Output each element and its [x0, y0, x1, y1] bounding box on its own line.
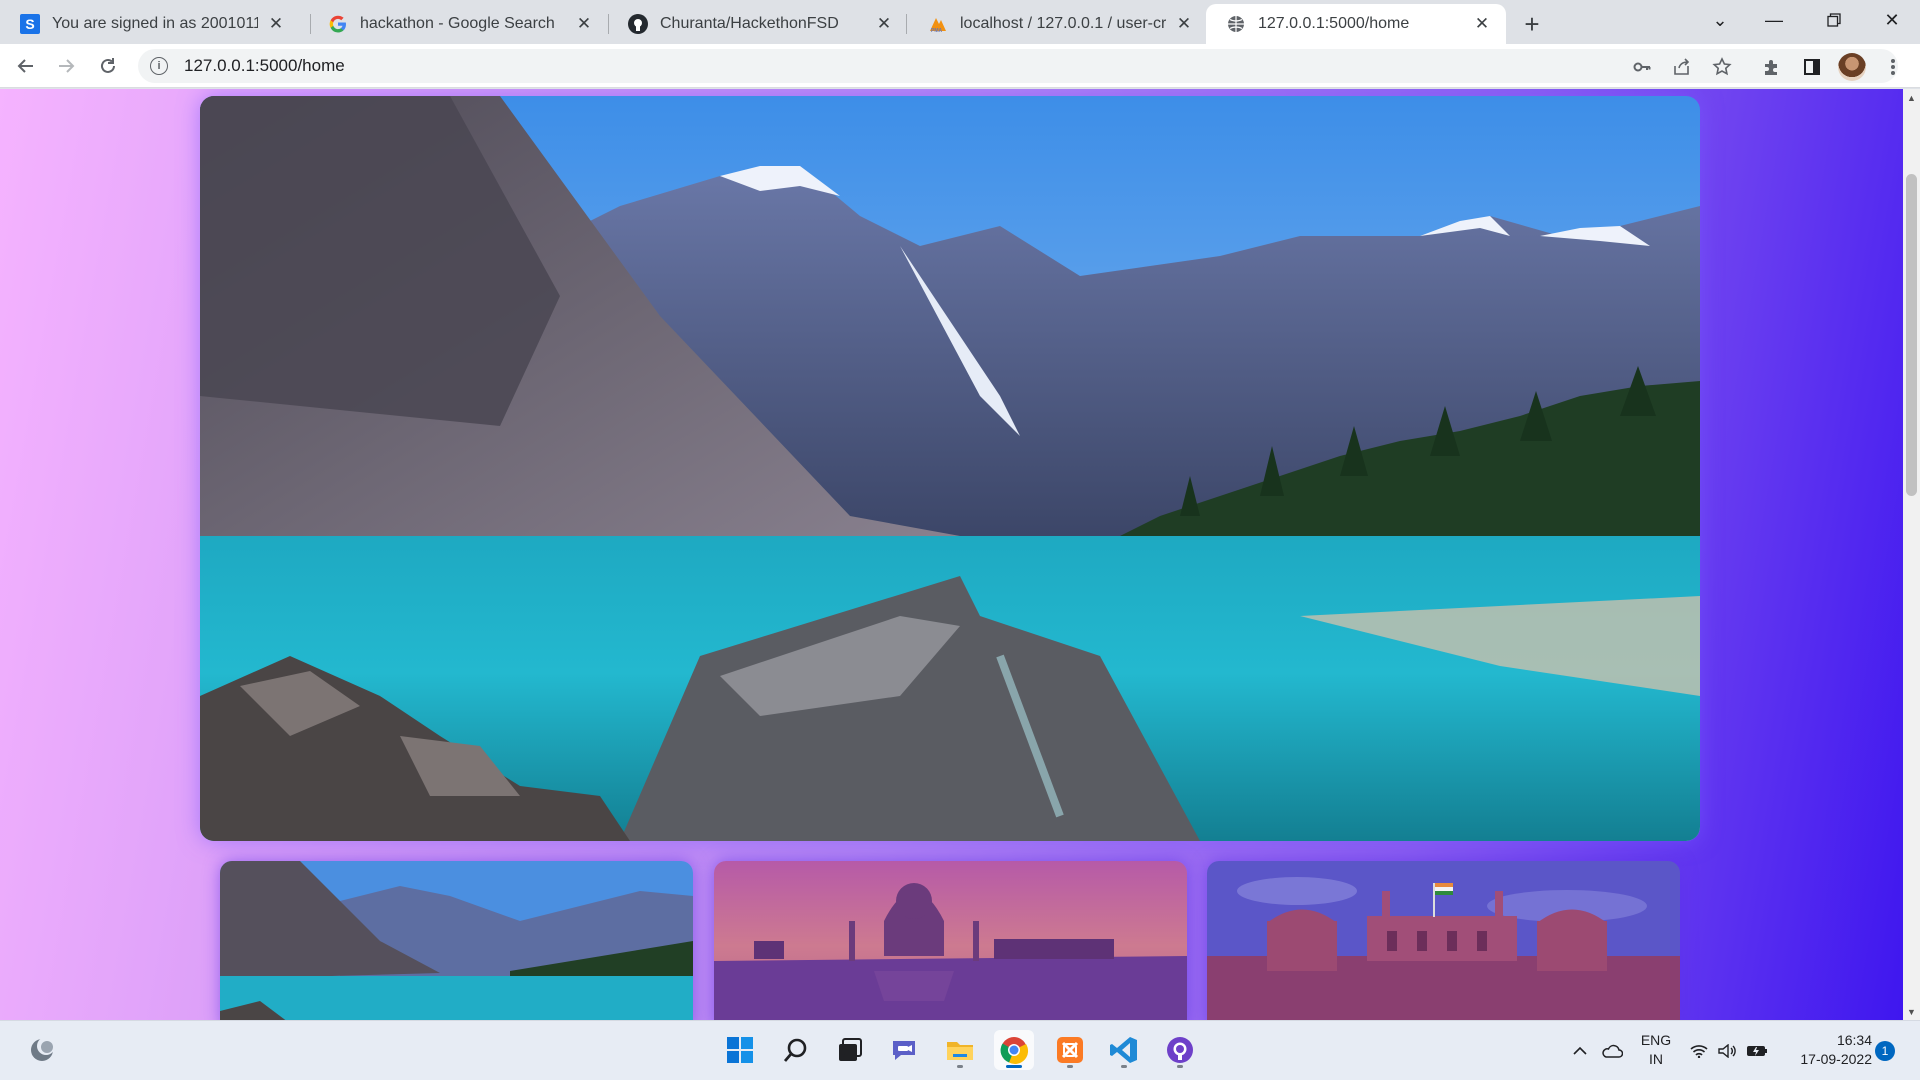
start-icon[interactable] [720, 1030, 760, 1070]
tab-signed-in[interactable]: S You are signed in as 2001011369 ✕ [0, 4, 300, 44]
xampp-icon[interactable] [1050, 1030, 1090, 1070]
new-tab-button[interactable]: + [1516, 8, 1548, 40]
tab-separator [906, 14, 907, 34]
profile-avatar[interactable] [1838, 53, 1866, 81]
tab-title: Churanta/HackethonFSD [660, 15, 839, 32]
scroll-up-arrow-icon[interactable]: ▲ [1903, 89, 1920, 106]
clock-time: 16:34 [1836, 1032, 1872, 1048]
thumbnail-taj-mahal[interactable] [714, 861, 1187, 1020]
reload-icon[interactable] [92, 50, 124, 82]
show-hidden-icons-chevron-icon[interactable] [1568, 1021, 1592, 1080]
window-close-icon[interactable]: ✕ [1864, 0, 1920, 40]
restore-icon[interactable] [1806, 0, 1862, 40]
side-panel-icon[interactable] [1799, 54, 1825, 80]
scroll-down-arrow-icon[interactable]: ▼ [1903, 1003, 1920, 1020]
clock-date: 17-09-2022 [1800, 1051, 1872, 1067]
extensions-puzzle-icon[interactable] [1759, 54, 1785, 80]
close-icon[interactable]: ✕ [574, 14, 594, 34]
tab-phpmyadmin[interactable]: PMA localhost / 127.0.0.1 / user-cred / … [908, 4, 1208, 44]
search-icon[interactable] [776, 1030, 816, 1070]
share-icon[interactable] [1669, 54, 1695, 80]
windows-taskbar: ENG IN 16:34 17-09-2022 1 [0, 1020, 1920, 1080]
mountain-lake-picture [220, 861, 693, 1020]
onedrive-cloud-icon[interactable] [1598, 1021, 1626, 1080]
close-icon[interactable]: ✕ [266, 14, 286, 34]
running-indicator [1121, 1065, 1127, 1068]
hero-image [200, 96, 1700, 841]
minimize-icon[interactable]: — [1746, 0, 1802, 40]
task-view-icon[interactable] [830, 1030, 870, 1070]
language-indicator[interactable]: ENG IN [1636, 1031, 1676, 1069]
taj-mahal-picture [714, 861, 1187, 1020]
notification-badge[interactable]: 1 [1875, 1041, 1895, 1061]
running-indicator [1006, 1065, 1022, 1068]
phpmyadmin-icon: PMA [928, 14, 948, 34]
running-indicator [957, 1065, 963, 1068]
vscode-icon[interactable] [1104, 1030, 1144, 1070]
battery-charging-icon[interactable] [1744, 1021, 1770, 1080]
tab-search-chevron-icon[interactable]: ⌄ [1692, 0, 1748, 40]
mountain-lake-picture [200, 96, 1700, 841]
tab-title: hackathon - Google Search [360, 15, 555, 32]
browser-toolbar: i 127.0.0.1:5000/home [0, 44, 1920, 88]
close-icon[interactable]: ✕ [1174, 14, 1194, 34]
bookmark-star-icon[interactable] [1709, 54, 1735, 80]
key-icon[interactable] [1629, 54, 1655, 80]
close-icon[interactable]: ✕ [1472, 14, 1492, 34]
page-content [0, 89, 1920, 1020]
running-indicator [1177, 1065, 1183, 1068]
thumbnail-lake[interactable] [220, 861, 693, 1020]
google-icon [328, 14, 348, 34]
language-region: IN [1649, 1051, 1663, 1067]
back-icon[interactable] [10, 50, 42, 82]
tab-title: 127.0.0.1:5000/home [1258, 15, 1410, 32]
teams-chat-icon[interactable] [884, 1030, 924, 1070]
tab-github[interactable]: Churanta/HackethonFSD ✕ [608, 4, 908, 44]
browser-tab-strip: S You are signed in as 2001011369 ✕ hack… [0, 0, 1920, 44]
tab-title: localhost / 127.0.0.1 / user-cred / [960, 15, 1166, 32]
github-desktop-icon[interactable] [1160, 1030, 1200, 1070]
tab-title: You are signed in as 2001011369 [52, 15, 258, 32]
globe-icon [1226, 14, 1246, 34]
forward-icon[interactable] [50, 50, 82, 82]
site-info-icon[interactable]: i [150, 57, 168, 75]
wifi-icon[interactable] [1688, 1021, 1710, 1080]
menu-kebab-icon[interactable] [1880, 54, 1906, 80]
scrollbar-thumb[interactable] [1906, 174, 1917, 496]
github-icon [628, 14, 648, 34]
svg-text:PMA: PMA [931, 28, 943, 33]
running-indicator [1067, 1065, 1073, 1068]
weather-widget-icon[interactable] [22, 1030, 62, 1070]
tab-google-search[interactable]: hackathon - Google Search ✕ [308, 4, 608, 44]
close-icon[interactable]: ✕ [874, 14, 894, 34]
chrome-icon[interactable] [994, 1030, 1034, 1070]
page-scrollbar[interactable]: ▲ ▼ [1903, 89, 1920, 1020]
address-url: 127.0.0.1:5000/home [184, 56, 345, 75]
red-fort-picture [1207, 861, 1680, 1020]
volume-icon[interactable] [1716, 1021, 1738, 1080]
s-icon: S [20, 14, 40, 34]
file-explorer-icon[interactable] [940, 1030, 980, 1070]
system-clock[interactable]: 16:34 17-09-2022 [1784, 1031, 1872, 1069]
tab-home[interactable]: 127.0.0.1:5000/home ✕ [1206, 4, 1506, 44]
thumbnail-red-fort[interactable] [1207, 861, 1680, 1020]
language-code: ENG [1640, 1032, 1672, 1048]
